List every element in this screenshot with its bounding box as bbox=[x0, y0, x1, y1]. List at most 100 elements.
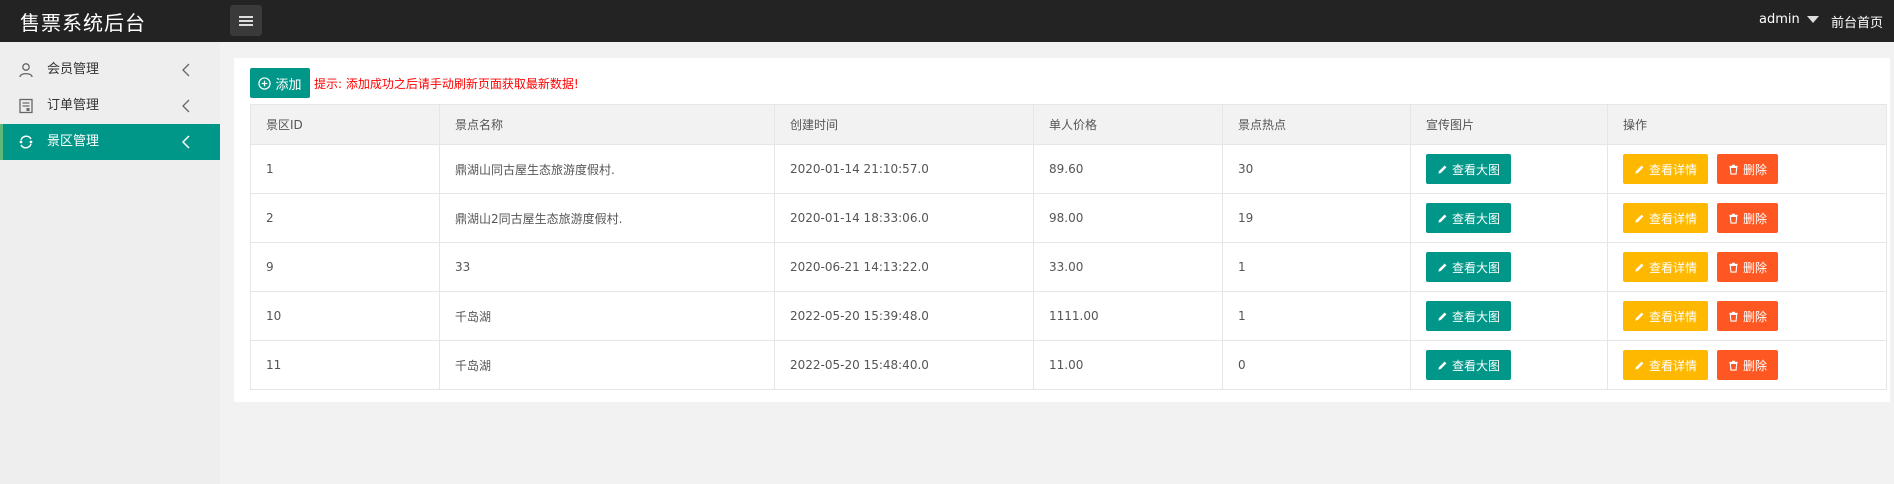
cell-image: 查看大图 bbox=[1410, 291, 1608, 341]
scenic-icon bbox=[19, 135, 33, 149]
view-image-button[interactable]: 查看大图 bbox=[1426, 301, 1511, 331]
pencil-icon bbox=[1635, 312, 1644, 321]
order-icon bbox=[19, 98, 33, 114]
cell-created: 2022-05-20 15:39:48.0 bbox=[774, 291, 1034, 341]
cell-hot: 1 bbox=[1222, 242, 1411, 292]
username-label: admin bbox=[1759, 12, 1800, 27]
cell-actions: 查看详情 删除 bbox=[1607, 144, 1887, 194]
content-card: 添加 提示: 添加成功之后请手动刷新页面获取最新数据! 景区ID 景点名称 创建… bbox=[234, 58, 1890, 402]
pencil-icon bbox=[1438, 312, 1447, 321]
cell-actions: 查看详情 删除 bbox=[1607, 340, 1887, 390]
cell-image: 查看大图 bbox=[1410, 193, 1608, 243]
hint-text: 提示: 添加成功之后请手动刷新页面获取最新数据! bbox=[314, 77, 579, 91]
table-row: 2 鼎湖山2同古屋生态旅游度假村. 2020-01-14 18:33:06.0 … bbox=[250, 193, 1887, 243]
delete-button[interactable]: 删除 bbox=[1717, 203, 1778, 233]
cell-id: 9 bbox=[250, 242, 440, 292]
pencil-icon bbox=[1438, 214, 1447, 223]
column-header: 宣传图片 bbox=[1410, 104, 1608, 145]
view-detail-label: 查看详情 bbox=[1648, 162, 1697, 177]
cell-image: 查看大图 bbox=[1410, 144, 1608, 194]
cell-hot: 30 bbox=[1222, 144, 1411, 194]
view-image-button[interactable]: 查看大图 bbox=[1426, 252, 1511, 282]
chevron-left-icon bbox=[182, 99, 190, 113]
table-row: 10 千岛湖 2022-05-20 15:39:48.0 1111.00 1 查… bbox=[250, 291, 1887, 341]
cell-id: 1 bbox=[250, 144, 440, 194]
cell-created: 2020-06-21 14:13:22.0 bbox=[774, 242, 1034, 292]
chevron-left-icon bbox=[181, 135, 190, 149]
column-header: 景点热点 bbox=[1222, 104, 1411, 145]
sidebar-item-scenic[interactable]: 景区管理 bbox=[0, 124, 220, 160]
cell-hot: 0 bbox=[1222, 340, 1411, 390]
column-header: 景区ID bbox=[250, 104, 440, 145]
user-menu[interactable]: admin bbox=[1759, 12, 1819, 27]
cell-name: 33 bbox=[439, 242, 775, 292]
delete-label: 删除 bbox=[1742, 211, 1767, 226]
delete-button[interactable]: 删除 bbox=[1717, 301, 1778, 331]
view-image-label: 查看大图 bbox=[1451, 260, 1500, 275]
sidebar-item-members[interactable]: 会员管理 bbox=[0, 52, 220, 88]
chevron-left-icon bbox=[182, 63, 190, 77]
view-image-button[interactable]: 查看大图 bbox=[1426, 203, 1511, 233]
trash-icon bbox=[1729, 311, 1738, 322]
cell-price: 89.60 bbox=[1033, 144, 1223, 194]
cell-id: 10 bbox=[250, 291, 440, 341]
pencil-icon bbox=[1635, 263, 1644, 272]
delete-button[interactable]: 删除 bbox=[1717, 350, 1778, 380]
front-home-link[interactable]: 前台首页 bbox=[1831, 12, 1883, 31]
menu-toggle-button[interactable] bbox=[230, 5, 262, 36]
view-image-button[interactable]: 查看大图 bbox=[1426, 350, 1511, 380]
view-detail-button[interactable]: 查看详情 bbox=[1623, 154, 1708, 184]
add-button-label: 添加 bbox=[275, 77, 302, 93]
trash-icon bbox=[1729, 262, 1738, 273]
column-header: 景点名称 bbox=[439, 104, 775, 145]
view-detail-button[interactable]: 查看详情 bbox=[1623, 203, 1708, 233]
cell-id: 2 bbox=[250, 193, 440, 243]
view-image-label: 查看大图 bbox=[1451, 211, 1500, 226]
column-header: 创建时间 bbox=[774, 104, 1034, 145]
sidebar: 会员管理 订单管理 景区管理 bbox=[0, 42, 220, 484]
cell-hot: 1 bbox=[1222, 291, 1411, 341]
pencil-icon bbox=[1438, 263, 1447, 272]
view-detail-button[interactable]: 查看详情 bbox=[1623, 252, 1708, 282]
add-circle-icon bbox=[258, 76, 272, 90]
cell-price: 33.00 bbox=[1033, 242, 1223, 292]
view-detail-label: 查看详情 bbox=[1648, 358, 1697, 373]
view-detail-button[interactable]: 查看详情 bbox=[1623, 350, 1708, 380]
cell-price: 1111.00 bbox=[1033, 291, 1223, 341]
cell-price: 11.00 bbox=[1033, 340, 1223, 390]
table-row: 9 33 2020-06-21 14:13:22.0 33.00 1 查看大图 … bbox=[250, 242, 1887, 292]
pencil-icon bbox=[1635, 214, 1644, 223]
pencil-icon bbox=[1438, 165, 1447, 174]
pencil-icon bbox=[1635, 361, 1644, 370]
column-header: 操作 bbox=[1607, 104, 1887, 145]
pencil-icon bbox=[1438, 361, 1447, 370]
view-detail-label: 查看详情 bbox=[1648, 309, 1697, 324]
cell-price: 98.00 bbox=[1033, 193, 1223, 243]
cell-name: 千岛湖 bbox=[439, 340, 775, 390]
delete-label: 删除 bbox=[1742, 260, 1767, 275]
view-image-label: 查看大图 bbox=[1451, 162, 1500, 177]
sidebar-item-label: 订单管理 bbox=[47, 98, 100, 113]
table-row: 1 鼎湖山同古屋生态旅游度假村. 2020-01-14 21:10:57.0 8… bbox=[250, 144, 1887, 194]
table-header-row: 景区ID 景点名称 创建时间 单人价格 景点热点 宣传图片 操作 bbox=[250, 104, 1887, 145]
user-icon bbox=[19, 63, 33, 78]
sidebar-item-orders[interactable]: 订单管理 bbox=[0, 88, 220, 124]
cell-hot: 19 bbox=[1222, 193, 1411, 243]
delete-label: 删除 bbox=[1742, 162, 1767, 177]
table-body: 1 鼎湖山同古屋生态旅游度假村. 2020-01-14 21:10:57.0 8… bbox=[250, 144, 1887, 390]
cell-image: 查看大图 bbox=[1410, 242, 1608, 292]
caret-down-icon bbox=[1806, 16, 1819, 23]
delete-button[interactable]: 删除 bbox=[1717, 154, 1778, 184]
cell-actions: 查看详情 删除 bbox=[1607, 291, 1887, 341]
delete-button[interactable]: 删除 bbox=[1717, 252, 1778, 282]
cell-actions: 查看详情 删除 bbox=[1607, 193, 1887, 243]
cell-created: 2022-05-20 15:48:40.0 bbox=[774, 340, 1034, 390]
cell-name: 鼎湖山2同古屋生态旅游度假村. bbox=[439, 193, 775, 243]
view-detail-label: 查看详情 bbox=[1648, 211, 1697, 226]
add-button[interactable]: 添加 bbox=[250, 68, 310, 98]
view-detail-button[interactable]: 查看详情 bbox=[1623, 301, 1708, 331]
view-image-button[interactable]: 查看大图 bbox=[1426, 154, 1511, 184]
top-header: 售票系统后台 admin 前台首页 bbox=[0, 0, 1894, 42]
column-header: 单人价格 bbox=[1033, 104, 1223, 145]
delete-label: 删除 bbox=[1742, 309, 1767, 324]
